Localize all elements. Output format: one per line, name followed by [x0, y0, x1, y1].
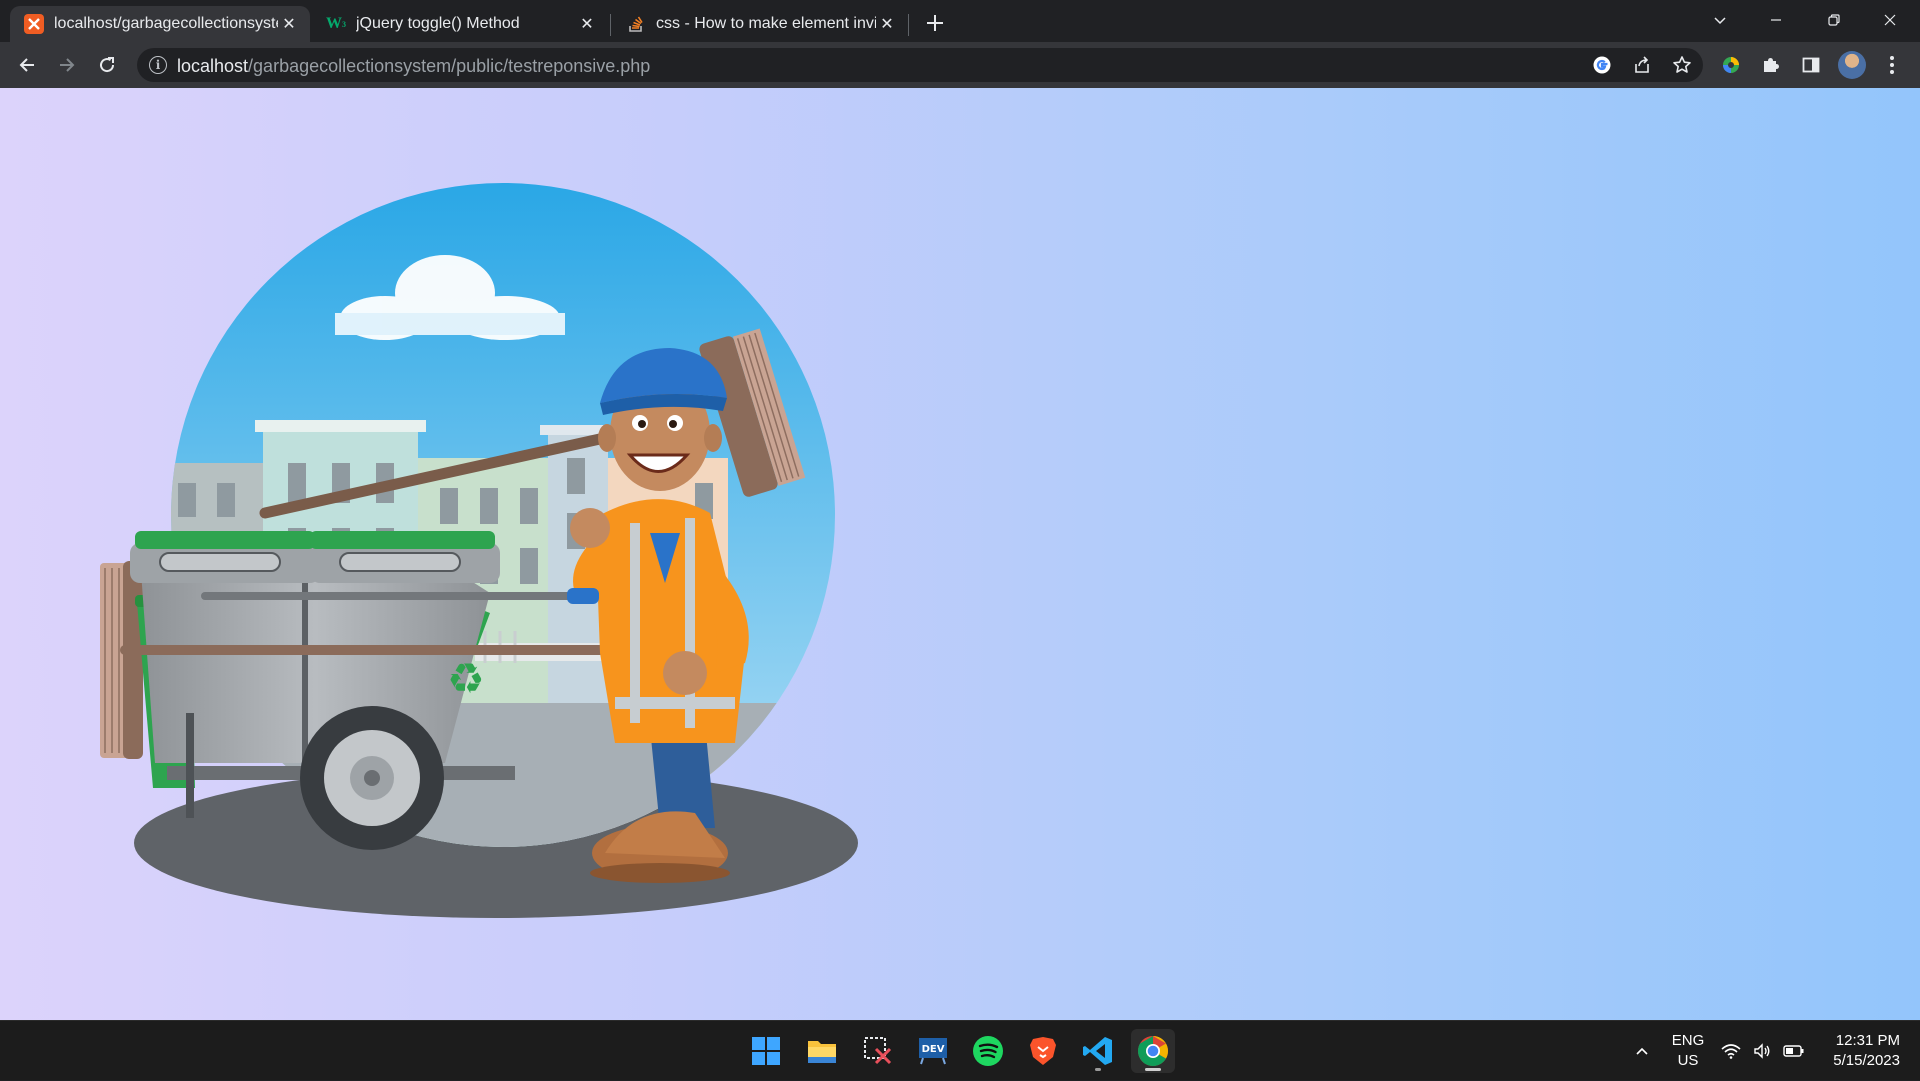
- windows-taskbar: DEV ENG US 12:31 PM 5/15/2023: [0, 1020, 1920, 1080]
- tab-title: css - How to make element invisi: [656, 15, 876, 32]
- vscode-icon: [1083, 1037, 1112, 1065]
- spotify-icon: [973, 1036, 1003, 1066]
- start-button[interactable]: [744, 1029, 788, 1073]
- dev-home-icon: DEV: [919, 1038, 947, 1065]
- snipping-tool-button[interactable]: [856, 1029, 900, 1073]
- reload-button[interactable]: [91, 49, 123, 81]
- share-icon[interactable]: [1631, 54, 1653, 76]
- tab-search-button[interactable]: [1692, 0, 1748, 40]
- running-indicator: [1095, 1068, 1101, 1071]
- back-arrow-icon: [19, 58, 34, 72]
- clock-time: 12:31 PM: [1835, 1032, 1900, 1049]
- tab-jquery-toggle[interactable]: W3 jQuery toggle() Method ✕: [312, 6, 608, 42]
- chrome-icon: [1137, 1036, 1169, 1067]
- svg-text:DEV: DEV: [922, 1044, 945, 1055]
- close-window-button[interactable]: [1862, 0, 1918, 40]
- language-indicator[interactable]: ENG US: [1660, 1021, 1716, 1081]
- vscode-button[interactable]: [1076, 1029, 1120, 1073]
- file-explorer-icon: [808, 1041, 836, 1063]
- tab-localhost[interactable]: localhost/garbagecollectionsyste ✕: [10, 6, 310, 42]
- volume-icon: [1754, 1043, 1770, 1059]
- brave-icon: [1030, 1037, 1056, 1065]
- left-broom: [100, 561, 143, 759]
- active-indicator: [1145, 1068, 1161, 1071]
- address-bar[interactable]: i localhost/garbagecollectionsystem/publ…: [137, 48, 1703, 82]
- chevron-down-icon: [1714, 17, 1726, 25]
- w3schools-icon: W3: [326, 15, 346, 32]
- wifi-icon: [1721, 1044, 1741, 1059]
- tab-strip: localhost/garbagecollectionsyste ✕ W3 jQ…: [0, 0, 1920, 42]
- forward-button[interactable]: [51, 49, 83, 81]
- stackoverflow-icon: [626, 14, 646, 34]
- side-panel-icon[interactable]: [1797, 51, 1825, 79]
- show-hidden-icons-button[interactable]: [1628, 1021, 1656, 1081]
- brave-button[interactable]: [1021, 1029, 1065, 1073]
- close-tab-icon[interactable]: ✕: [576, 13, 598, 35]
- spotify-button[interactable]: [966, 1029, 1010, 1073]
- puzzle-icon[interactable]: [1757, 51, 1785, 79]
- browser-toolbar: i localhost/garbagecollectionsystem/publ…: [0, 42, 1920, 88]
- tab-separator: [610, 14, 611, 36]
- site-info-icon[interactable]: i: [149, 56, 167, 74]
- xampp-icon: [24, 14, 44, 34]
- tab-title: jQuery toggle() Method: [356, 15, 520, 32]
- file-explorer-button[interactable]: [800, 1029, 844, 1073]
- garbage-collector-illustration: ♻: [100, 183, 858, 918]
- keyboard-layout: US: [1677, 1052, 1699, 1069]
- minimize-icon: [1771, 19, 1781, 21]
- svg-text:♻: ♻: [447, 654, 485, 703]
- tab-stackoverflow[interactable]: css - How to make element invisi ✕: [612, 6, 908, 42]
- minimize-button[interactable]: [1748, 0, 1804, 40]
- quick-settings-button[interactable]: [1718, 1021, 1808, 1081]
- dev-home-button[interactable]: DEV: [911, 1029, 955, 1073]
- tab-separator: [908, 14, 909, 36]
- restore-icon: [1828, 14, 1840, 26]
- new-tab-button[interactable]: [920, 8, 950, 38]
- chrome-button[interactable]: [1131, 1029, 1175, 1073]
- chevron-up-icon: [1636, 1047, 1648, 1055]
- language-code: ENG: [1671, 1032, 1705, 1049]
- plus-icon: [927, 15, 943, 31]
- clock[interactable]: 12:31 PM 5/15/2023: [1814, 1021, 1914, 1081]
- reload-icon: [100, 57, 115, 73]
- close-tab-icon[interactable]: ✕: [278, 13, 300, 35]
- tab-title: localhost/garbagecollectionsyste: [54, 15, 278, 32]
- battery-icon: [1783, 1045, 1804, 1057]
- back-button[interactable]: [11, 49, 43, 81]
- close-tab-icon[interactable]: ✕: [876, 13, 898, 35]
- clock-date: 5/15/2023: [1833, 1052, 1900, 1069]
- page-viewport: ♻: [0, 88, 1920, 1020]
- forward-arrow-icon: [60, 58, 75, 72]
- bookmark-star-icon[interactable]: [1671, 54, 1693, 76]
- close-icon: [1884, 14, 1896, 26]
- menu-kebab-icon[interactable]: [1878, 51, 1906, 79]
- url-text[interactable]: localhost/garbagecollectionsystem/public…: [177, 56, 650, 77]
- profile-avatar[interactable]: [1838, 51, 1866, 79]
- snipping-tool-icon: [864, 1037, 892, 1065]
- restore-button[interactable]: [1806, 0, 1862, 40]
- windows-start-icon: [752, 1037, 780, 1065]
- google-lens-icon[interactable]: [1591, 54, 1613, 76]
- extension-colorful-icon[interactable]: [1717, 51, 1745, 79]
